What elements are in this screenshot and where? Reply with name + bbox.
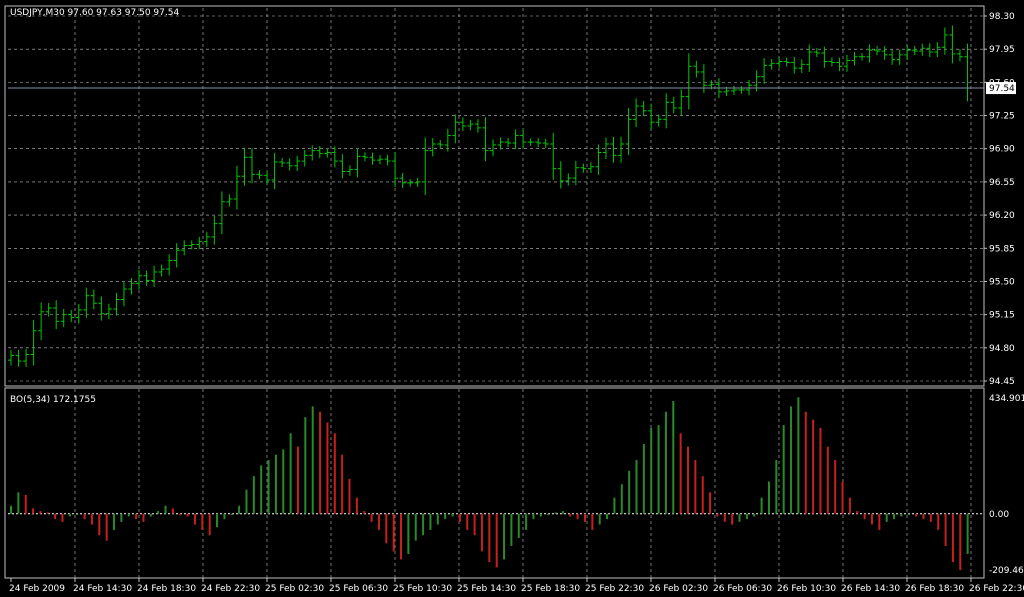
time-tick-label: 26 Feb 02:30 — [649, 584, 708, 594]
price-tick-label: 97.25 — [989, 112, 1015, 122]
price-tick-label: 98.30 — [989, 12, 1015, 22]
chart-background — [0, 0, 1024, 594]
oscillator-tick-label: -209.468 — [989, 566, 1024, 576]
time-tick-label: 24 Feb 22:30 — [201, 584, 260, 594]
time-tick-label: 26 Feb 14:30 — [841, 584, 900, 594]
oscillator-header: BO(5,34) 172.1755 — [10, 395, 96, 405]
oscillator-tick-label: 0.00 — [989, 510, 1009, 520]
time-tick-label: 24 Feb 14:30 — [73, 584, 132, 594]
price-tick-label: 95.85 — [989, 244, 1015, 254]
time-tick-label: 25 Feb 10:30 — [393, 584, 452, 594]
time-tick-label: 25 Feb 02:30 — [265, 584, 324, 594]
price-tick-label: 94.80 — [989, 344, 1015, 354]
current-price-label: 97.54 — [986, 82, 1016, 95]
price-tick-label: 95.50 — [989, 277, 1015, 287]
time-tick-label: 26 Feb 06:30 — [713, 584, 772, 594]
time-tick-label: 26 Feb 10:30 — [777, 584, 836, 594]
time-tick-label: 24 Feb 18:30 — [137, 584, 196, 594]
price-tick-label: 96.55 — [989, 178, 1015, 188]
main-header: USDJPY,M30 97.60 97.63 97.50 97.54 — [10, 8, 179, 18]
price-tick-label: 96.90 — [989, 145, 1015, 155]
chart-window[interactable]: 98.3097.9597.6097.2596.9096.5596.2095.85… — [0, 0, 1024, 594]
price-tick-label: 97.95 — [989, 45, 1015, 55]
time-tick-label: 25 Feb 18:30 — [521, 584, 580, 594]
time-tick-label: 26 Feb 22:30 — [969, 584, 1024, 594]
chart-canvas[interactable]: 98.3097.9597.6097.2596.9096.5596.2095.85… — [0, 0, 1024, 594]
price-tick-label: 95.15 — [989, 311, 1015, 321]
time-tick-label: 25 Feb 22:30 — [585, 584, 644, 594]
time-tick-label: 24 Feb 2009 — [9, 584, 65, 594]
price-tick-label: 96.20 — [989, 211, 1015, 221]
oscillator-tick-label: 434.9011 — [989, 394, 1024, 404]
time-tick-label: 26 Feb 18:30 — [905, 584, 964, 594]
price-tick-label: 94.45 — [989, 377, 1015, 387]
svg-text:97.54: 97.54 — [989, 84, 1015, 94]
time-tick-label: 25 Feb 06:30 — [329, 584, 388, 594]
time-tick-label: 25 Feb 14:30 — [457, 584, 516, 594]
